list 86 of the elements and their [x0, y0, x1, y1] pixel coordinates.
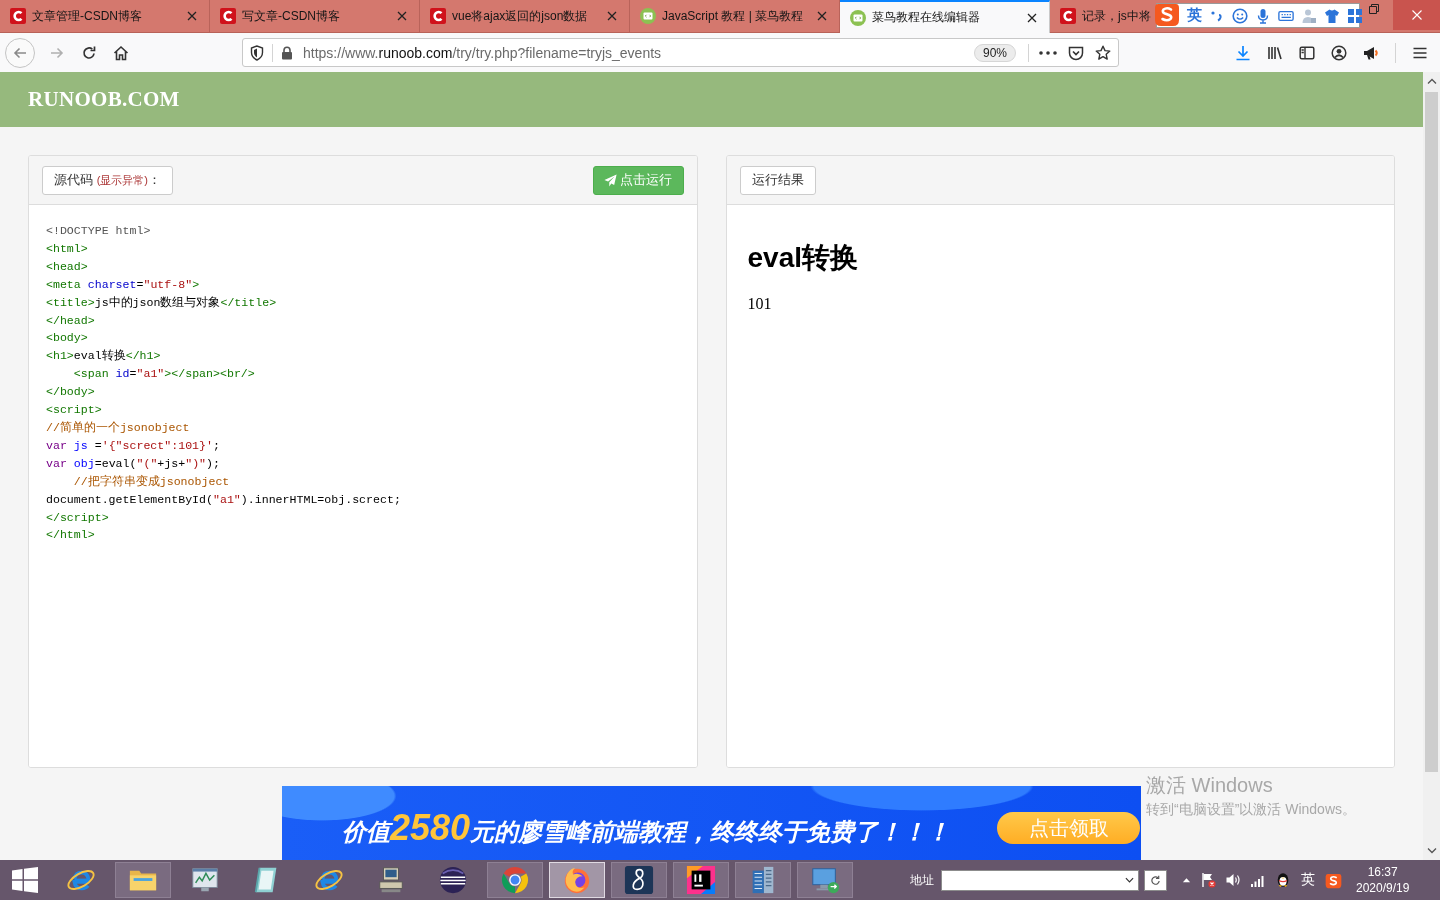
caret-up-icon[interactable] [1182, 877, 1191, 883]
window-panes-icon [12, 867, 38, 893]
paper-plane-icon [604, 173, 617, 187]
code-line: document.getElementById("a1").innerHTML=obj.screct; [46, 491, 402, 508]
download-icon[interactable] [1235, 44, 1251, 61]
speaker-icon[interactable] [1225, 872, 1241, 888]
browser-tab[interactable]: 写文章-CSDN博客 [210, 0, 420, 32]
library-icon[interactable] [1267, 44, 1283, 61]
code-line: </html> [46, 527, 96, 544]
home-icon[interactable] [113, 44, 129, 61]
restore-icon[interactable] [1369, 4, 1379, 14]
reload-icon[interactable] [81, 44, 97, 61]
striped-sphere-icon [438, 865, 468, 895]
code-line: <html> [46, 240, 89, 257]
dark-square-icon [686, 865, 716, 895]
refresh-button[interactable] [1144, 869, 1167, 891]
url-text[interactable]: https://www.runoob.com/try/try.php?filename=tryjs_events [303, 44, 662, 61]
remote-monitor-icon [810, 865, 840, 895]
code-window-icon [850, 9, 866, 26]
lock-icon[interactable] [281, 45, 293, 60]
code-line: <head> [46, 258, 89, 275]
grid-icon[interactable] [1347, 7, 1363, 24]
letter-c-icon [10, 8, 26, 24]
result-heading: eval转换 [747, 241, 859, 275]
refresh-icon [1150, 874, 1161, 886]
result-label-button[interactable]: 运行结果 [739, 165, 816, 195]
browser-tab[interactable]: 记录，js中将 [1050, 0, 1153, 32]
more-dots-icon[interactable] [1039, 50, 1057, 55]
promo-headline: 价值2580元的廖雪峰前端教程，终终终于免费了！！！ [342, 810, 951, 850]
letter-c-icon [430, 8, 446, 24]
shirt-icon[interactable] [1324, 7, 1340, 24]
browser-tab[interactable]: vue将ajax返回的json数据 [420, 0, 630, 32]
scrollbar-thumb[interactable] [1425, 92, 1438, 772]
code-line: </script> [46, 509, 110, 526]
code-line: <title>js中的json数组与对象</title> [46, 294, 278, 311]
sidebar-icon[interactable] [1299, 44, 1315, 61]
clock-date[interactable]: 2020/9/19 [1356, 880, 1410, 896]
clock-time[interactable]: 16:37 [1367, 864, 1398, 880]
browser-tab[interactable]: 文章管理-CSDN博客 [0, 0, 210, 32]
code-line: //简单的一个jsonobject [46, 419, 191, 436]
penguin-icon[interactable] [1275, 872, 1291, 888]
code-line: <span id="a1"></span><br/> [72, 366, 256, 383]
code-line: <script> [46, 402, 103, 419]
close-icon[interactable] [1027, 12, 1037, 23]
shield-icon[interactable] [250, 44, 264, 61]
flag-icon[interactable] [1200, 872, 1216, 888]
star-icon[interactable] [1095, 44, 1111, 61]
address-toolbar-label: 地址 [910, 871, 934, 889]
flame-globe-icon [562, 865, 592, 895]
tricolor-circle-icon [500, 865, 530, 895]
figure-eight-icon [624, 865, 654, 895]
taskbar-button[interactable] [611, 862, 667, 898]
scroll-up-icon[interactable] [1426, 78, 1437, 84]
code-line: //把字符串变成jsonobject [72, 473, 231, 490]
code-line: <h1>eval转换</h1> [46, 348, 162, 365]
taskbar-button[interactable] [673, 862, 729, 898]
close-icon [1411, 10, 1422, 20]
address-input-field[interactable] [941, 869, 1139, 891]
account-icon[interactable] [1331, 44, 1347, 61]
letter-c-icon [1060, 8, 1076, 24]
code-line: <!DOCTYPE html> [46, 223, 152, 239]
megaphone-icon[interactable] [1363, 44, 1379, 61]
code-line: </head> [46, 312, 96, 329]
smiley-icon[interactable] [1232, 7, 1248, 24]
input-mode-indicator[interactable]: 英 [1187, 6, 1202, 25]
result-output: 101 [747, 294, 773, 314]
code-window-icon [640, 8, 656, 24]
scroll-down-icon[interactable] [1426, 848, 1437, 854]
promo-banner[interactable]: 价值2580元的廖雪峰前端教程，终终终于免费了！！！ 点击领取 [282, 786, 1141, 860]
letter-c-icon [220, 8, 236, 24]
source-code-button[interactable]: 源代码 (显示异常)： [42, 165, 173, 195]
activation-message: 转到“电脑设置”以激活 Windows。 [1146, 800, 1356, 818]
code-line: <body> [46, 330, 89, 347]
code-line: var obj=eval("("+js+")"); [46, 455, 221, 472]
activation-title: 激活 Windows [1146, 773, 1274, 797]
input-language-indicator[interactable]: 英 [1301, 871, 1315, 889]
dropdown-caret-icon[interactable] [1125, 877, 1134, 883]
s-logo-icon[interactable] [1325, 871, 1342, 889]
code-line: </body> [46, 384, 96, 401]
microphone-icon[interactable] [1255, 7, 1271, 24]
computer-icon [376, 865, 406, 895]
pocket-icon[interactable] [1068, 44, 1084, 61]
code-line: var js ='{"screct":101}'; [46, 437, 221, 454]
browser-tab[interactable]: 菜鸟教程在线编辑器 [840, 0, 1050, 33]
code-line: <meta charset="utf-8"> [46, 276, 201, 293]
zoom-level-button[interactable]: 90% [973, 43, 1016, 62]
